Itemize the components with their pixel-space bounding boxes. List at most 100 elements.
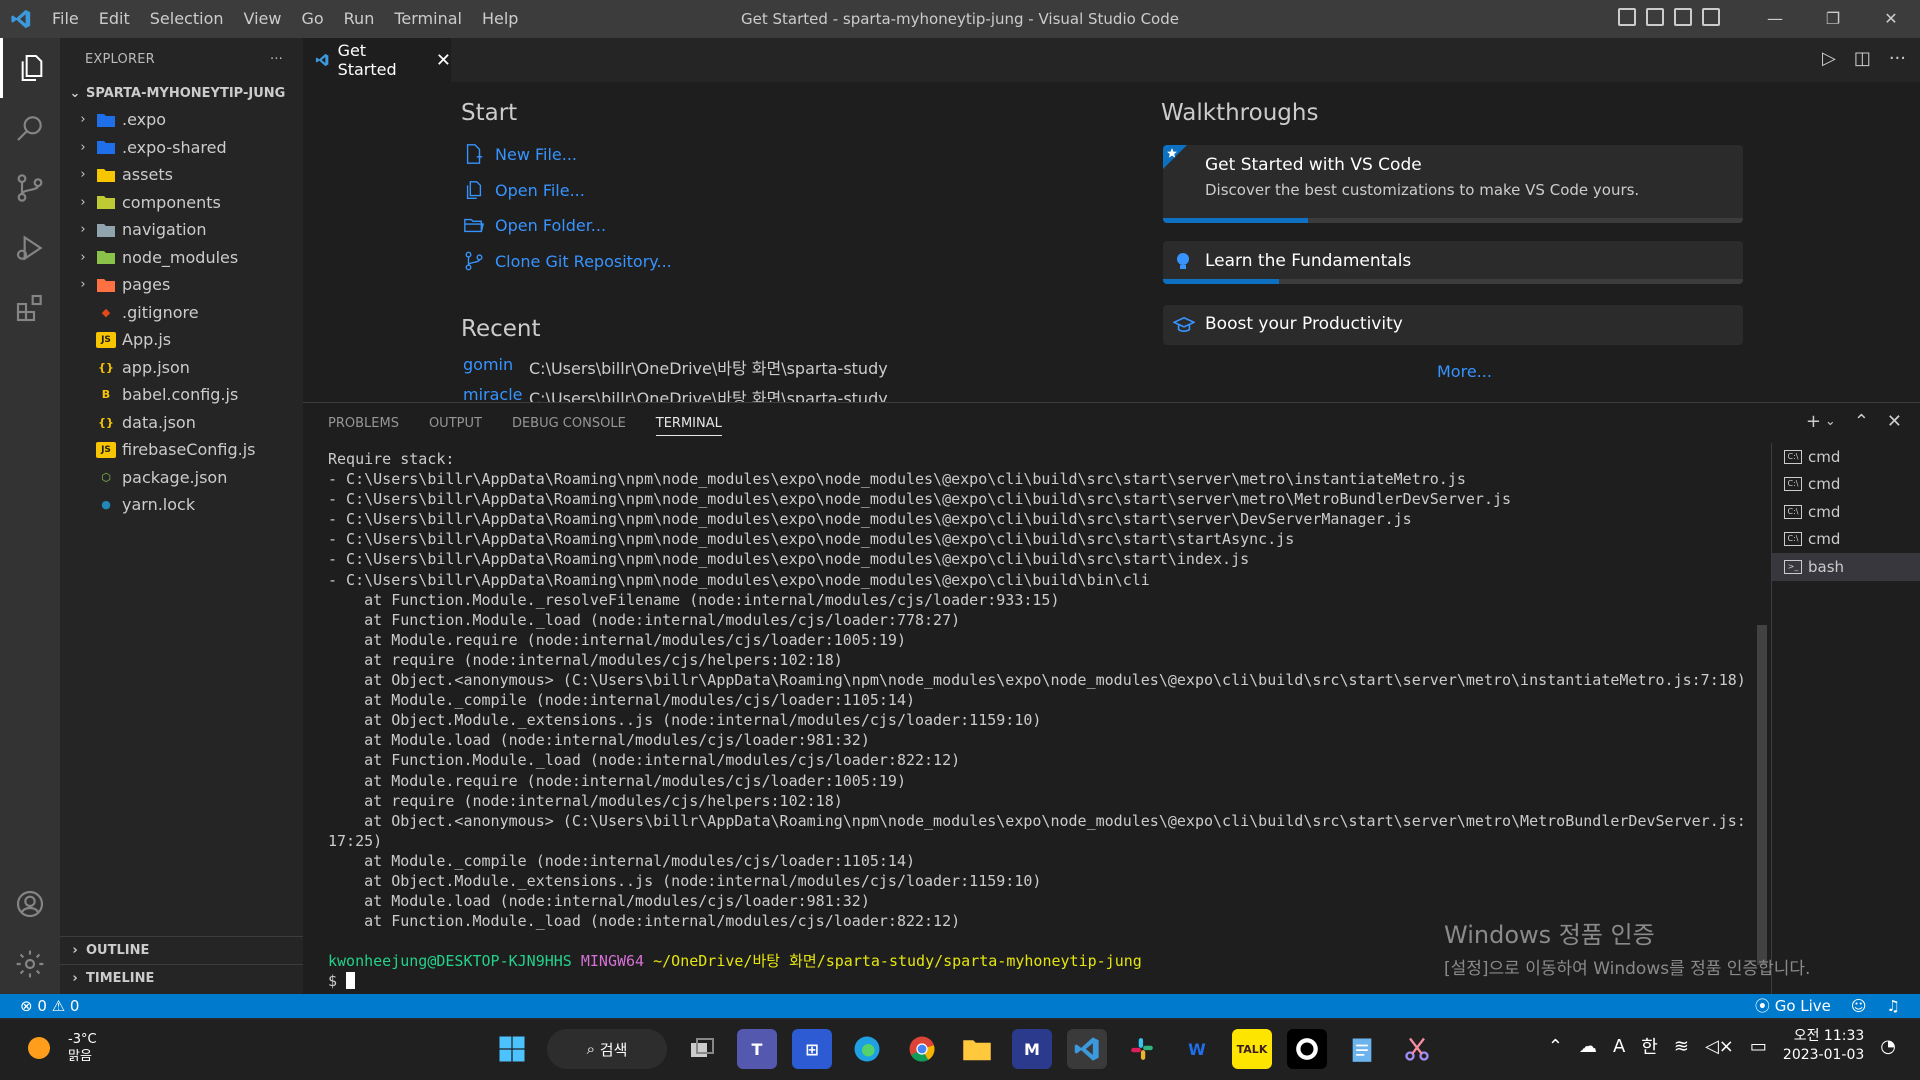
walkthrough-fundamentals[interactable]: Learn the Fundamentals: [1163, 241, 1743, 284]
volume-muted-icon[interactable]: ◁×: [1705, 1036, 1734, 1057]
tree-folder[interactable]: › navigation: [60, 216, 303, 244]
notepad-icon[interactable]: [1342, 1029, 1382, 1069]
recent-item[interactable]: miracle C:\Users\billr\OneDrive\바탕 화면\sp…: [463, 385, 888, 402]
windows-start-icon[interactable]: [492, 1029, 532, 1069]
open-file-link[interactable]: Open File...: [463, 175, 585, 205]
maximize-panel-icon[interactable]: ⌃: [1854, 411, 1869, 432]
open-folder-link[interactable]: Open Folder...: [463, 210, 606, 240]
language-indicator[interactable]: 한: [1641, 1033, 1658, 1059]
tree-file[interactable]: ● yarn.lock: [60, 491, 303, 519]
accounts-icon[interactable]: [0, 874, 60, 934]
terminal-item-cmd[interactable]: C:\ cmd: [1772, 526, 1920, 554]
wifi-icon[interactable]: ≋: [1674, 1036, 1689, 1057]
feedback-icon[interactable]: ☺: [1851, 994, 1867, 1018]
recent-item-name[interactable]: gomin: [463, 355, 529, 379]
tree-folder[interactable]: › pages: [60, 271, 303, 299]
new-file-link[interactable]: New File...: [463, 139, 577, 169]
teams-icon[interactable]: T: [737, 1029, 777, 1069]
extensions-icon[interactable]: [0, 278, 60, 338]
tab-problems[interactable]: PROBLEMS: [328, 416, 399, 431]
restore-icon[interactable]: ❐: [1804, 0, 1862, 38]
tree-file[interactable]: JS App.js: [60, 326, 303, 354]
tree-folder[interactable]: › .expo: [60, 106, 303, 134]
toggle-primary-sidebar-icon[interactable]: [1618, 8, 1636, 26]
recent-item-name[interactable]: miracle: [463, 385, 529, 402]
close-window-icon[interactable]: ✕: [1862, 0, 1920, 38]
onedrive-icon[interactable]: ☁: [1579, 1036, 1597, 1057]
walkthrough-productivity[interactable]: Boost your Productivity: [1163, 305, 1743, 345]
tree-file[interactable]: ⬡ package.json: [60, 464, 303, 492]
terminal-item-cmd[interactable]: C:\ cmd: [1772, 471, 1920, 499]
explorer-icon[interactable]: [0, 38, 60, 98]
app-icon[interactable]: W: [1177, 1029, 1217, 1069]
close-tab-icon[interactable]: ✕: [436, 50, 451, 71]
run-icon[interactable]: ▷: [1822, 48, 1836, 69]
problems-indicator[interactable]: ⊗ 0 ⚠ 0: [20, 994, 79, 1018]
tree-folder[interactable]: › node_modules: [60, 244, 303, 272]
minimize-icon[interactable]: —: [1746, 0, 1804, 38]
kakaotalk-icon[interactable]: TALK: [1232, 1029, 1272, 1069]
menu-run[interactable]: Run: [334, 0, 385, 38]
battery-icon[interactable]: ▭: [1750, 1036, 1767, 1057]
new-terminal-icon[interactable]: +: [1806, 411, 1821, 432]
obs-icon[interactable]: [1287, 1029, 1327, 1069]
terminal-output[interactable]: Require stack: - C:\Users\billr\AppData\R…: [328, 449, 1748, 995]
slack-icon[interactable]: [1122, 1029, 1162, 1069]
menu-go[interactable]: Go: [291, 0, 333, 38]
split-editor-icon[interactable]: ◫: [1854, 48, 1871, 69]
toggle-panel-icon[interactable]: [1646, 8, 1664, 26]
chrome-icon[interactable]: [902, 1029, 942, 1069]
search-icon[interactable]: [0, 98, 60, 158]
tree-file[interactable]: {} app.json: [60, 354, 303, 382]
recent-item[interactable]: gomin C:\Users\billr\OneDrive\바탕 화면\spar…: [463, 355, 888, 379]
tab-get-started[interactable]: Get Started ✕: [303, 38, 451, 82]
terminal-scrollbar[interactable]: [1757, 625, 1767, 965]
customize-layout-icon[interactable]: [1702, 8, 1720, 26]
file-explorer-icon[interactable]: [957, 1029, 997, 1069]
tree-file[interactable]: {} data.json: [60, 409, 303, 437]
tree-folder[interactable]: › assets: [60, 161, 303, 189]
snipping-tool-icon[interactable]: [1397, 1029, 1437, 1069]
source-control-icon[interactable]: [0, 158, 60, 218]
tree-folder[interactable]: › .expo-shared: [60, 134, 303, 162]
store-icon[interactable]: ⊞: [792, 1029, 832, 1069]
clone-git-link[interactable]: Clone Git Repository...: [463, 246, 672, 276]
notifications-bell-icon[interactable]: ♫: [1887, 994, 1900, 1018]
close-panel-icon[interactable]: ✕: [1887, 411, 1902, 432]
terminal-item-bash[interactable]: >_ bash: [1772, 553, 1920, 581]
toggle-secondary-sidebar-icon[interactable]: [1674, 8, 1692, 26]
tab-debug-console[interactable]: DEBUG CONSOLE: [512, 416, 626, 431]
tab-output[interactable]: OUTPUT: [429, 416, 482, 431]
tree-folder[interactable]: › components: [60, 189, 303, 217]
tree-file[interactable]: ◆ .gitignore: [60, 299, 303, 327]
walkthrough-get-started[interactable]: Get Started with VS Code Discover the be…: [1163, 145, 1743, 223]
menu-selection[interactable]: Selection: [140, 0, 234, 38]
taskbar-search[interactable]: ⌕ 검색: [547, 1029, 667, 1069]
more-walkthroughs-link[interactable]: More...: [1437, 362, 1492, 381]
weather-widget[interactable]: -3°C 맑음: [28, 1031, 97, 1065]
vscode-icon[interactable]: [1067, 1029, 1107, 1069]
menu-file[interactable]: File: [42, 0, 89, 38]
ime-icon[interactable]: A: [1613, 1036, 1625, 1057]
menu-help[interactable]: Help: [472, 0, 528, 38]
tree-file[interactable]: JS firebaseConfig.js: [60, 436, 303, 464]
more-actions-icon[interactable]: ···: [1889, 48, 1906, 69]
menu-edit[interactable]: Edit: [89, 0, 140, 38]
menu-terminal[interactable]: Terminal: [384, 0, 472, 38]
app-icon[interactable]: M: [1012, 1029, 1052, 1069]
task-view-icon[interactable]: [682, 1029, 722, 1069]
clock[interactable]: 오전 11:33 2023-01-03: [1783, 1027, 1864, 1065]
chevron-up-icon[interactable]: ⌃: [1548, 1036, 1563, 1057]
terminal-item-cmd[interactable]: C:\ cmd: [1772, 443, 1920, 471]
terminal-item-cmd[interactable]: C:\ cmd: [1772, 498, 1920, 526]
notification-icon[interactable]: ◔: [1880, 1036, 1896, 1057]
edge-icon[interactable]: [847, 1029, 887, 1069]
tab-terminal[interactable]: TERMINAL: [655, 416, 722, 436]
outline-section[interactable]: › OUTLINE: [60, 936, 303, 964]
workspace-root[interactable]: ⌄ SPARTA-MYHONEYTIP-JUNG: [60, 80, 303, 106]
settings-gear-icon[interactable]: [0, 934, 60, 994]
menu-view[interactable]: View: [234, 0, 292, 38]
tree-file[interactable]: Bbabel.config.js: [60, 381, 303, 409]
go-live-button[interactable]: ⦿ Go Live: [1755, 994, 1831, 1018]
vscode-logo-icon[interactable]: [0, 0, 42, 38]
